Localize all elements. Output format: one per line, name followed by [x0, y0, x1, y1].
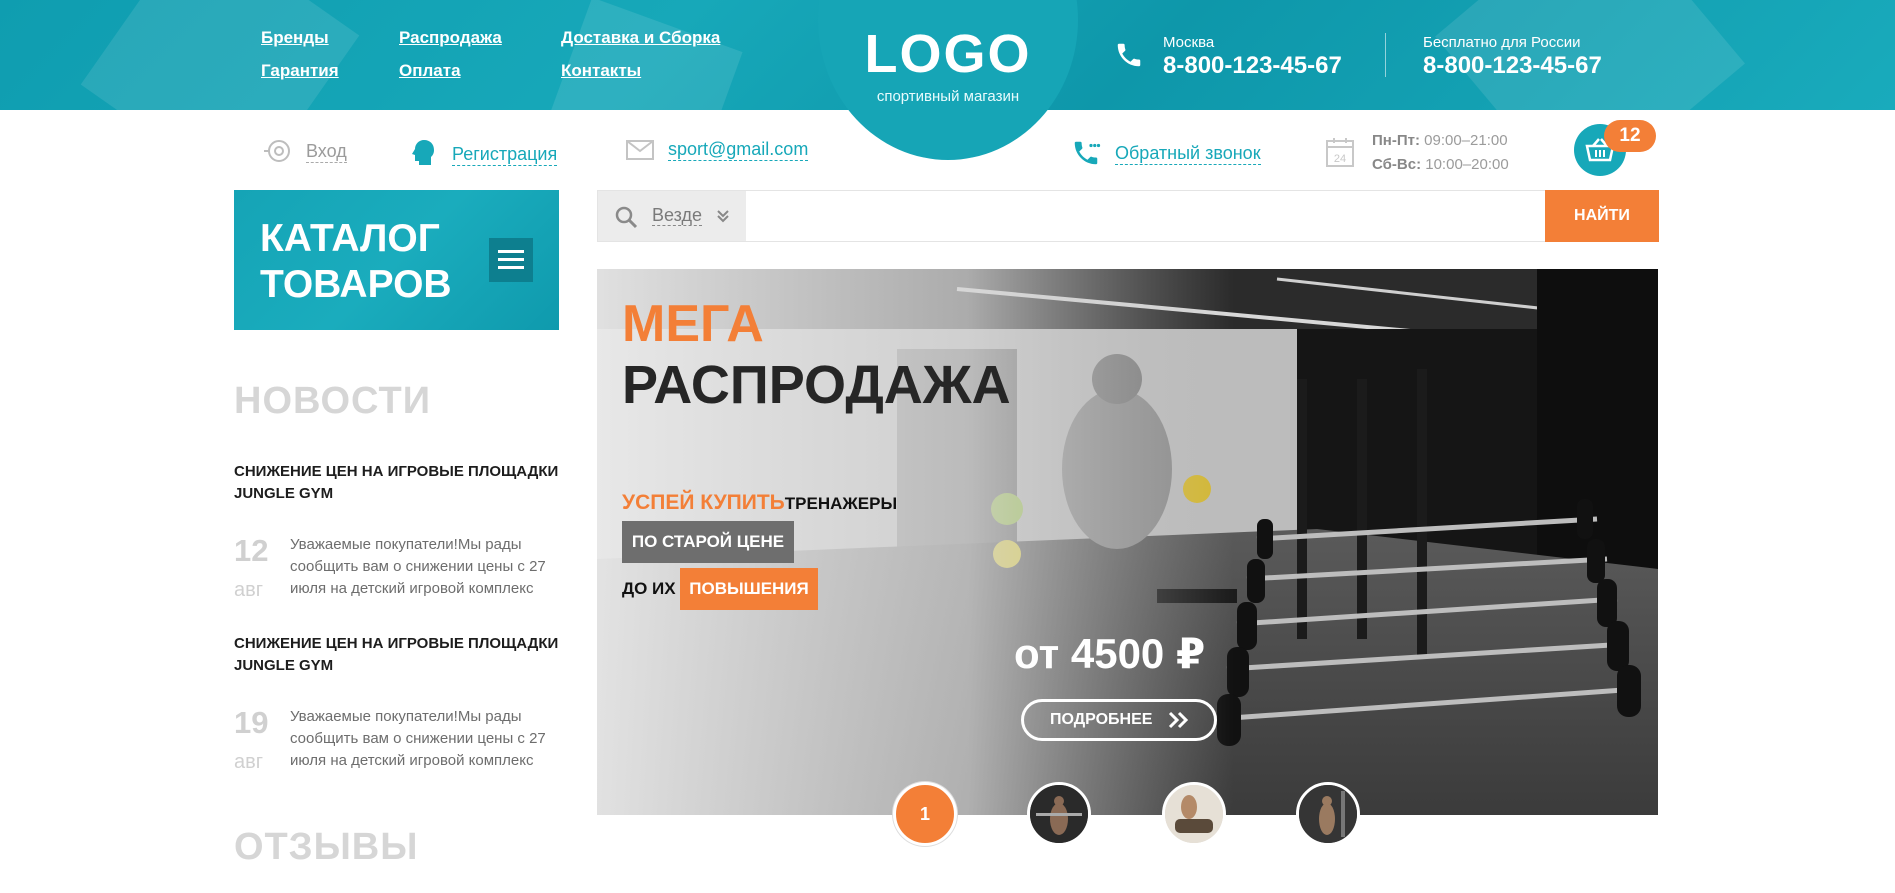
callback-label: Обратный звонок [1115, 142, 1261, 165]
reviews-heading: ОТЗЫВЫ [234, 826, 419, 868]
phone-russia: Бесплатно для России 8-800-123-45-67 [1423, 34, 1602, 80]
search-button[interactable]: НАЙТИ [1545, 190, 1659, 242]
register-link[interactable]: Регистрация [410, 138, 558, 170]
banner-mega: МЕГА [622, 295, 764, 353]
calendar-icon: 24 [1326, 138, 1354, 167]
search-bar: Везде НАЙТИ [597, 190, 1659, 242]
search-input[interactable] [748, 191, 1541, 241]
nav-link-payment[interactable]: Оплата [399, 61, 502, 81]
logo-subtitle: спортивный магазин [876, 88, 1020, 105]
thumb-image [1299, 785, 1357, 843]
register-label: Регистрация [452, 143, 558, 166]
phone-number[interactable]: 8-800-123-45-67 [1163, 52, 1342, 80]
news-item-day: 19 [234, 705, 269, 740]
banner-increase-chip: ПОВЫШЕНИЯ [680, 568, 818, 610]
mail-icon [626, 139, 654, 160]
email-link[interactable]: sport@gmail.com [626, 138, 809, 161]
banner-hurry: УСПЕЙ КУПИТЬ [622, 491, 785, 514]
callback-link[interactable]: Обратный звонок [1071, 138, 1261, 168]
banner-hurry-line: УСПЕЙ КУПИТЬТРЕНАЖЕРЫ [622, 491, 897, 516]
nav-link-warranty[interactable]: Гарантия [261, 61, 339, 81]
banner-old-price-chip: ПО СТАРОЙ ЦЕНЕ [622, 521, 794, 563]
banner-equipment: ТРЕНАЖЕРЫ [784, 494, 898, 513]
login-link[interactable]: Вход [262, 138, 347, 164]
nav-link-delivery[interactable]: Доставка и Сборка [561, 28, 720, 48]
catalog-title-line1: КАТАЛОГ [260, 217, 440, 260]
news-item-day: 12 [234, 533, 269, 568]
news-heading: НОВОСТИ [234, 380, 432, 422]
news-item-month: авг [234, 751, 264, 773]
phone-moscow: Москва 8-800-123-45-67 [1163, 34, 1342, 80]
more-button-label: ПОДРОБНЕЕ [1050, 711, 1153, 728]
banner-price: от 4500 ₽ [1014, 630, 1206, 677]
banner-until: ДО ИХ [622, 579, 676, 598]
nav-link-sale[interactable]: Распродажа [399, 28, 502, 48]
phone-icon [1117, 43, 1141, 67]
slider-thumb-3[interactable] [1162, 782, 1226, 846]
phone-city: Бесплатно для России [1423, 34, 1581, 51]
double-chevron-right-icon [1168, 711, 1189, 729]
slider-thumb-4[interactable] [1296, 782, 1360, 846]
email-label: sport@gmail.com [668, 139, 809, 161]
news-item-text: Уважаемые покупатели!Мы рады сообщить ва… [290, 536, 546, 597]
hours-weekend: 10:00–20:00 [1425, 156, 1509, 173]
hours-weekday: 09:00–21:00 [1424, 132, 1508, 149]
slider-thumb-2[interactable] [1027, 782, 1091, 846]
phone-city: Москва [1163, 34, 1215, 51]
catalog-button[interactable]: КАТАЛОГ ТОВАРОВ [234, 190, 559, 330]
phone-call-icon [1074, 141, 1101, 165]
login-label: Вход [306, 140, 347, 163]
nav-column-2: Распродажа Оплата [399, 28, 502, 94]
user-head-icon [412, 140, 434, 165]
cart-count-badge: 12 [1604, 120, 1656, 152]
divider [1385, 33, 1386, 77]
news-item-title[interactable]: Снижение цен на игровые площадки Jungle … [234, 461, 574, 505]
chevron-down-icon [717, 210, 729, 223]
more-button[interactable]: ПОДРОБНЕЕ [1021, 699, 1217, 741]
banner-sale: РАСПРОДАЖА [622, 355, 1011, 415]
nav-link-contacts[interactable]: Контакты [561, 61, 720, 81]
thumb-image [1165, 785, 1223, 843]
menu-icon[interactable] [489, 238, 533, 282]
hours-weekday-label: Пн-Пт: [1372, 132, 1420, 149]
news-item-month: авг [234, 579, 264, 601]
nav-column-3: Доставка и Сборка Контакты [561, 28, 720, 94]
search-icon [615, 206, 638, 229]
catalog-title-line2: ТОВАРОВ [260, 263, 452, 306]
thumb-image [1030, 785, 1088, 843]
key-icon [264, 140, 290, 162]
search-scope-value: Везде [652, 205, 702, 226]
slider-dot-active[interactable]: 1 [893, 782, 957, 846]
catalog-title: КАТАЛОГ ТОВАРОВ [260, 216, 452, 308]
nav-column-1: Бренды Гарантия [261, 28, 339, 94]
promo-banner: МЕГА РАСПРОДАЖА УСПЕЙ КУПИТЬТРЕНАЖЕРЫ ПО… [597, 269, 1658, 815]
nav-link-brands[interactable]: Бренды [261, 28, 339, 48]
search-scope-select[interactable]: Везде [598, 191, 746, 241]
hours-weekend-label: Сб-Вс: [1372, 156, 1422, 173]
calendar-day: 24 [1334, 153, 1346, 165]
news-item-title[interactable]: Снижение цен на игровые площадки Jungle … [234, 633, 574, 677]
working-hours: Пн-Пт: 09:00–21:00 Сб-Вс: 10:00–20:00 [1372, 129, 1509, 177]
phone-number[interactable]: 8-800-123-45-67 [1423, 52, 1602, 80]
news-item-text: Уважаемые покупатели!Мы рады сообщить ва… [290, 708, 546, 769]
logo[interactable]: LOGO [818, 24, 1078, 84]
